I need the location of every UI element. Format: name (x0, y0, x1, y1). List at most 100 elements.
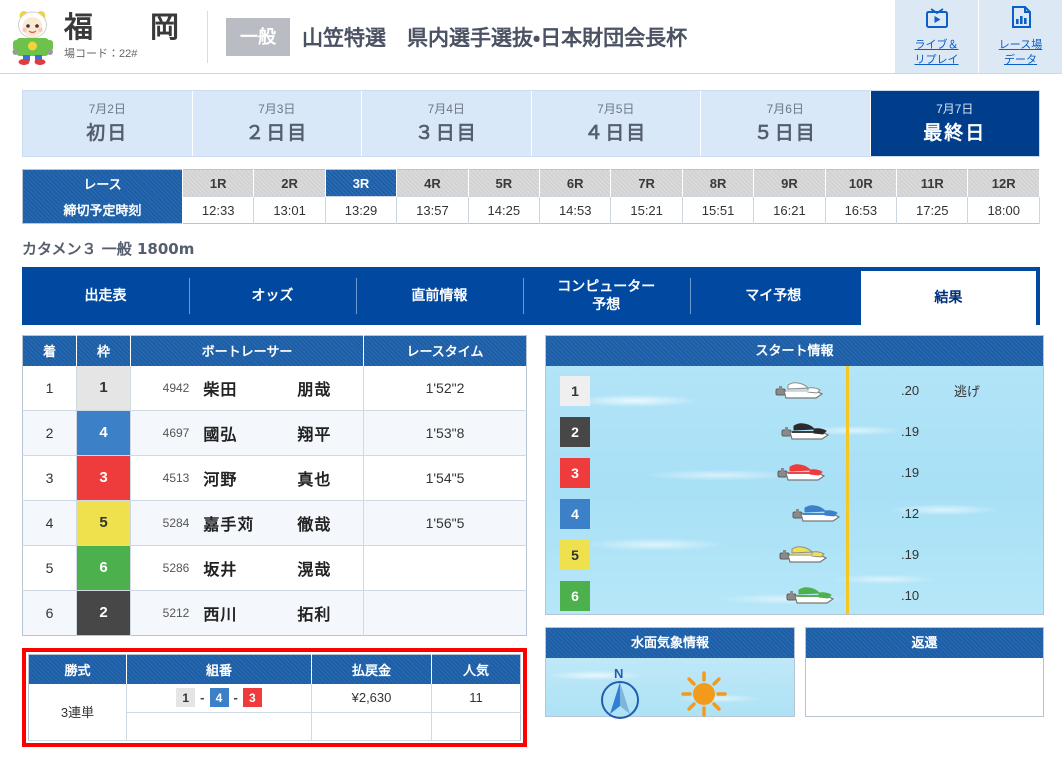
boat-icon (783, 584, 839, 608)
result-racer-cell[interactable]: 5212 西川 拓利 (130, 590, 364, 635)
venue-code: 場コード：22# (64, 48, 138, 61)
date-tab-date: 7月3日 (258, 102, 296, 116)
combination-number: 4 (209, 688, 229, 708)
racer-name: 西川 拓利 (203, 601, 331, 625)
race-tab-3r[interactable]: 3R (325, 169, 398, 197)
results-header-time: レースタイム (363, 335, 527, 366)
racer-given-name: 滉哉 (297, 559, 332, 579)
result-place: 1 (22, 365, 77, 411)
closing-time-10r: 16:53 (825, 196, 898, 224)
chart-document-icon (1009, 5, 1033, 34)
tab-pre-race-info[interactable]: 直前情報 (355, 267, 523, 325)
live-replay-label: ライブ＆ リプレイ (914, 39, 959, 66)
result-racer-cell[interactable]: 4513 河野 真也 (130, 455, 364, 501)
tab-computer-prediction[interactable]: コンピューター 予想 (522, 267, 690, 325)
refund-panel-title: 返還 (806, 628, 1043, 658)
result-place: 2 (22, 410, 77, 456)
date-tab-final-day[interactable]: 7月7日 最終日 (870, 91, 1039, 156)
racer-family-name: 嘉手苅 (203, 514, 255, 534)
start-timing: .19 (901, 547, 920, 562)
boat-icon (772, 379, 828, 403)
tab-odds[interactable]: オッズ (188, 267, 356, 325)
tab-entry-table[interactable]: 出走表 (22, 267, 189, 325)
race-tab-9r[interactable]: 9R (753, 169, 826, 197)
racer-name: 河野 真也 (203, 466, 331, 490)
payout-header-amount: 払戻金 (311, 654, 432, 684)
date-tab-day1[interactable]: 7月2日 初日 (23, 91, 193, 156)
racer-name: 嘉手苅 徹哉 (203, 511, 331, 535)
race-tab-6r[interactable]: 6R (539, 169, 612, 197)
racetrack-data-label: レース場 データ (998, 39, 1043, 66)
results-header-row: 着 枠 ボートレーサー レースタイム (22, 335, 527, 366)
race-tab-10r[interactable]: 10R (825, 169, 898, 197)
race-tab-12r[interactable]: 12R (967, 169, 1040, 197)
grade-badge: 一般 (226, 17, 291, 56)
boat-icon (776, 543, 832, 567)
lane-badge: 1 (77, 365, 130, 410)
date-tab-day4[interactable]: 7月5日 ４日目 (531, 91, 701, 156)
racer-registration-number: 5212 (162, 605, 190, 620)
site-header: 福 岡 場コード：22# 一般 山笠特選 県内選手選抜・日本財団会長杯 ライブ＆… (0, 0, 1062, 74)
lane-badge: 5 (77, 500, 130, 545)
race-subtitle: カタメン３ 一般 1800m (22, 240, 195, 258)
result-racer-cell[interactable]: 4942 柴田 朋哉 (130, 365, 364, 411)
table-row: 2 4 4697 國弘 翔平 1'53"8 (22, 410, 527, 456)
closing-time-1r: 12:33 (182, 196, 255, 224)
result-race-time (363, 545, 527, 591)
start-timing: .10 (901, 588, 920, 603)
racer-name: 坂井 滉哉 (203, 556, 331, 580)
race-tab-4r[interactable]: 4R (396, 169, 469, 197)
racer-family-name: 西川 (203, 604, 238, 624)
date-tab-date: 7月2日 (88, 102, 126, 116)
date-tab-day3[interactable]: 7月4日 ３日目 (362, 91, 532, 156)
date-tab-name: ３日目 (414, 123, 478, 144)
page-title: 山笠特選 県内選手選抜・日本財団会長杯 (302, 25, 688, 50)
result-lane-cell: 4 (76, 410, 131, 456)
result-racer-cell[interactable]: 4697 國弘 翔平 (130, 410, 364, 456)
start-timing: .12 (901, 506, 920, 521)
payout-combination-empty (126, 712, 312, 741)
lane-badge: 6 (560, 580, 590, 611)
race-tab-5r[interactable]: 5R (468, 169, 541, 197)
payout-header-popularity: 人気 (431, 654, 521, 684)
race-tab-7r[interactable]: 7R (610, 169, 683, 197)
payout-table: 勝式 組番 払戻金 人気 3連単 1 - 4 - 3 ¥2,630 11 (28, 653, 521, 741)
result-place: 5 (22, 545, 77, 591)
racer-given-name: 朋哉 (297, 379, 332, 399)
racer-given-name: 真也 (297, 469, 332, 489)
header-actions: ライブ＆ リプレイ レース場 データ (894, 0, 1062, 73)
tab-my-prediction[interactable]: マイ予想 (689, 267, 857, 325)
weather-panel-body: N (546, 658, 794, 719)
payout-header-bet-type: 勝式 (28, 654, 127, 684)
racer-family-name: 坂井 (203, 559, 238, 579)
result-racer-cell[interactable]: 5286 坂井 滉哉 (130, 545, 364, 591)
result-place: 4 (22, 500, 77, 546)
closing-time-11r: 17:25 (896, 196, 969, 224)
race-tab-11r[interactable]: 11R (896, 169, 969, 197)
weather-panel-title: 水面気象情報 (546, 628, 794, 658)
date-tab-day2[interactable]: 7月3日 ２日目 (192, 91, 362, 156)
race-tab-1r[interactable]: 1R (182, 169, 255, 197)
start-lane-row: 3 .19 (546, 452, 1043, 493)
date-tab-name: 初日 (86, 123, 129, 144)
date-tab-date: 7月6日 (766, 102, 804, 116)
result-lane-cell: 2 (76, 590, 131, 635)
closing-time-5r: 14:25 (468, 196, 541, 224)
racetrack-data-button[interactable]: レース場 データ (978, 0, 1062, 73)
results-header-lane: 枠 (76, 335, 131, 366)
tab-results[interactable]: 結果 (860, 271, 1036, 325)
race-tab-8r[interactable]: 8R (682, 169, 755, 197)
live-replay-button[interactable]: ライブ＆ リプレイ (894, 0, 978, 73)
result-racer-cell[interactable]: 5284 嘉手苅 徹哉 (130, 500, 364, 546)
closing-time-9r: 16:21 (753, 196, 826, 224)
date-tab-day5[interactable]: 7月6日 ５日目 (701, 91, 871, 156)
race-tab-2r[interactable]: 2R (253, 169, 326, 197)
date-tab-date: 7月5日 (597, 102, 635, 116)
boat-icon (774, 461, 830, 485)
race-row-label: レース (22, 169, 183, 197)
result-lane-cell: 5 (76, 500, 131, 546)
table-row: 5 6 5286 坂井 滉哉 (22, 545, 527, 591)
date-tab-name: ４日目 (584, 123, 648, 144)
refund-panel-body (806, 658, 1043, 716)
refund-panel: 返還 (805, 627, 1044, 717)
